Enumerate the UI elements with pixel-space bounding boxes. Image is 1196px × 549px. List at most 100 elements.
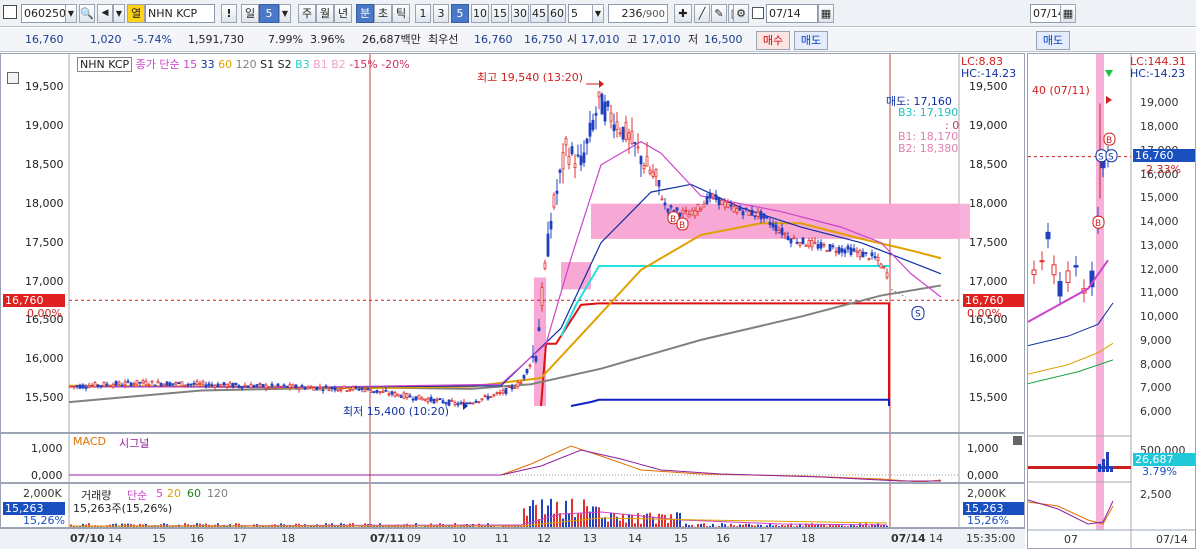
candle-body (783, 233, 787, 236)
period-second-button[interactable]: 초 (374, 4, 392, 23)
period-day-button[interactable]: 일 (241, 4, 259, 23)
period-minute-button[interactable]: 분 (356, 4, 374, 23)
count-dropdown-icon[interactable]: ▼ (592, 4, 604, 23)
crosshair-icon[interactable]: ✚ (674, 4, 692, 23)
candle-body (207, 383, 211, 386)
candle-body (630, 130, 634, 145)
settings-gear-icon[interactable]: ⚙ (733, 4, 749, 23)
sound-dropdown-icon[interactable]: ▼ (113, 4, 125, 23)
period-month-button[interactable]: 월 (316, 4, 334, 23)
minute-button-30[interactable]: 30 (511, 4, 529, 23)
minute-button-3[interactable]: 3 (433, 4, 449, 23)
right-y-label: 11,000 (1140, 286, 1179, 300)
candle-body (87, 385, 91, 389)
period-tick-button[interactable]: 틱 (392, 4, 410, 23)
date-checkbox[interactable] (752, 7, 764, 19)
daily-candle-body (1065, 270, 1071, 284)
best-ask: 16,760 (474, 33, 513, 46)
minute-button-1[interactable]: 1 (415, 4, 431, 23)
candle-body (711, 193, 715, 198)
candle-body (282, 384, 286, 387)
speaker-icon[interactable]: ◀ (97, 4, 113, 23)
period-week-button[interactable]: 주 (298, 4, 316, 23)
candle-body (348, 389, 352, 392)
legend-ma-label: 종가 단순 (135, 58, 180, 71)
minute-button-5[interactable]: 5 (451, 4, 469, 23)
buy-button[interactable]: 매수 (756, 31, 790, 50)
candle-body (732, 205, 736, 213)
yeol-tag[interactable]: 열 (127, 4, 145, 23)
search-icon[interactable]: 🔍 (79, 4, 95, 23)
daily-chart-panel[interactable]: BBSS LC:144.31 HC:-14.23 40 (07/11) 19,0… (1027, 53, 1196, 549)
macd-y-label-right: 1,000 (967, 442, 999, 455)
minute-button-10[interactable]: 10 (471, 4, 489, 23)
candle-body (870, 252, 874, 257)
date-field-right[interactable]: 07/14 (1030, 4, 1062, 23)
current-pct-right: 0.00% (967, 307, 1002, 320)
legend-ma60: 60 (218, 58, 233, 71)
x-label: 10 (452, 532, 466, 545)
volume-bar (628, 514, 630, 527)
candle-body (273, 385, 277, 389)
candle-body (801, 237, 805, 245)
candle-body (258, 383, 262, 385)
right-volume-bar (1098, 464, 1101, 472)
candle-body (210, 384, 214, 387)
candle-body (387, 393, 391, 396)
candle-body (807, 240, 811, 247)
legend-stock: NHN KCP (77, 57, 133, 72)
candle-body (291, 384, 295, 388)
candle-body (495, 392, 499, 395)
alert-button[interactable]: ! (221, 4, 237, 23)
buy-signal-b-text: B (670, 215, 676, 225)
code-dropdown-icon[interactable]: ▼ (65, 4, 77, 23)
calendar-icon[interactable]: ▦ (818, 4, 834, 23)
legend-ma120: 120 (235, 58, 257, 71)
y-label-left: 19,000 (25, 119, 64, 132)
candle-body (249, 384, 253, 389)
period-number-dropdown-icon[interactable]: ▼ (279, 4, 291, 23)
count-total: /900 (642, 9, 665, 20)
candle-body (873, 256, 877, 258)
candle-body (645, 155, 649, 167)
candle-body (753, 215, 757, 218)
calendar-icon-right[interactable]: ▦ (1060, 4, 1076, 23)
draw-tools-icon[interactable]: ✎ (711, 4, 727, 23)
candle-body (780, 227, 784, 235)
candle-body (603, 101, 607, 122)
period-number-select[interactable]: 5 (259, 4, 279, 23)
main-price-panel[interactable]: BB S NHN KCP 종가 단순 15 33 60 120 S1 S2 B3 … (0, 53, 1025, 433)
candle-body (294, 384, 298, 389)
minute-button-60[interactable]: 60 (548, 4, 566, 23)
candle-body (846, 245, 850, 250)
candle-body (741, 211, 745, 216)
candle-body (594, 112, 598, 116)
open-label: 시 (567, 33, 578, 46)
count-field[interactable]: 236/900 (608, 4, 668, 23)
date-field[interactable]: 07/14 (766, 4, 818, 23)
y-label-right: 15,500 (969, 391, 1008, 405)
legend-ma33: 33 (200, 58, 215, 71)
volume-bar (532, 500, 534, 527)
time-label: 15:35:00 (966, 532, 1016, 545)
sell-button-right[interactable]: 매도 (1036, 31, 1070, 50)
macd-panel[interactable]: MACD 시그널 1,000 1,000 0,000 0,000 (0, 433, 1025, 483)
right-y-label: 18,000 (1140, 120, 1179, 134)
chart-menu-icon[interactable] (3, 5, 17, 19)
candle-body (696, 204, 700, 212)
sell-button[interactable]: 매도 (794, 31, 828, 50)
trendline-icon[interactable]: ╱ (694, 4, 710, 23)
minute-button-45[interactable]: 45 (530, 4, 548, 23)
candle-body (882, 266, 886, 269)
candle-body (489, 395, 493, 399)
macd-close-icon[interactable] (1013, 436, 1022, 445)
candle-body (345, 390, 349, 392)
minute-button-15[interactable]: 15 (491, 4, 509, 23)
stock-name-field[interactable]: NHN KCP (145, 4, 215, 23)
volume-panel[interactable]: 거래량 단순 5 20 60 120 15,263주(15,26%) 2,000… (0, 483, 1025, 528)
candle-body (531, 356, 535, 358)
candle-body (75, 385, 79, 388)
candle-body (204, 384, 208, 388)
right-lower-label: 2,500 (1140, 488, 1172, 501)
period-year-button[interactable]: 년 (334, 4, 352, 23)
